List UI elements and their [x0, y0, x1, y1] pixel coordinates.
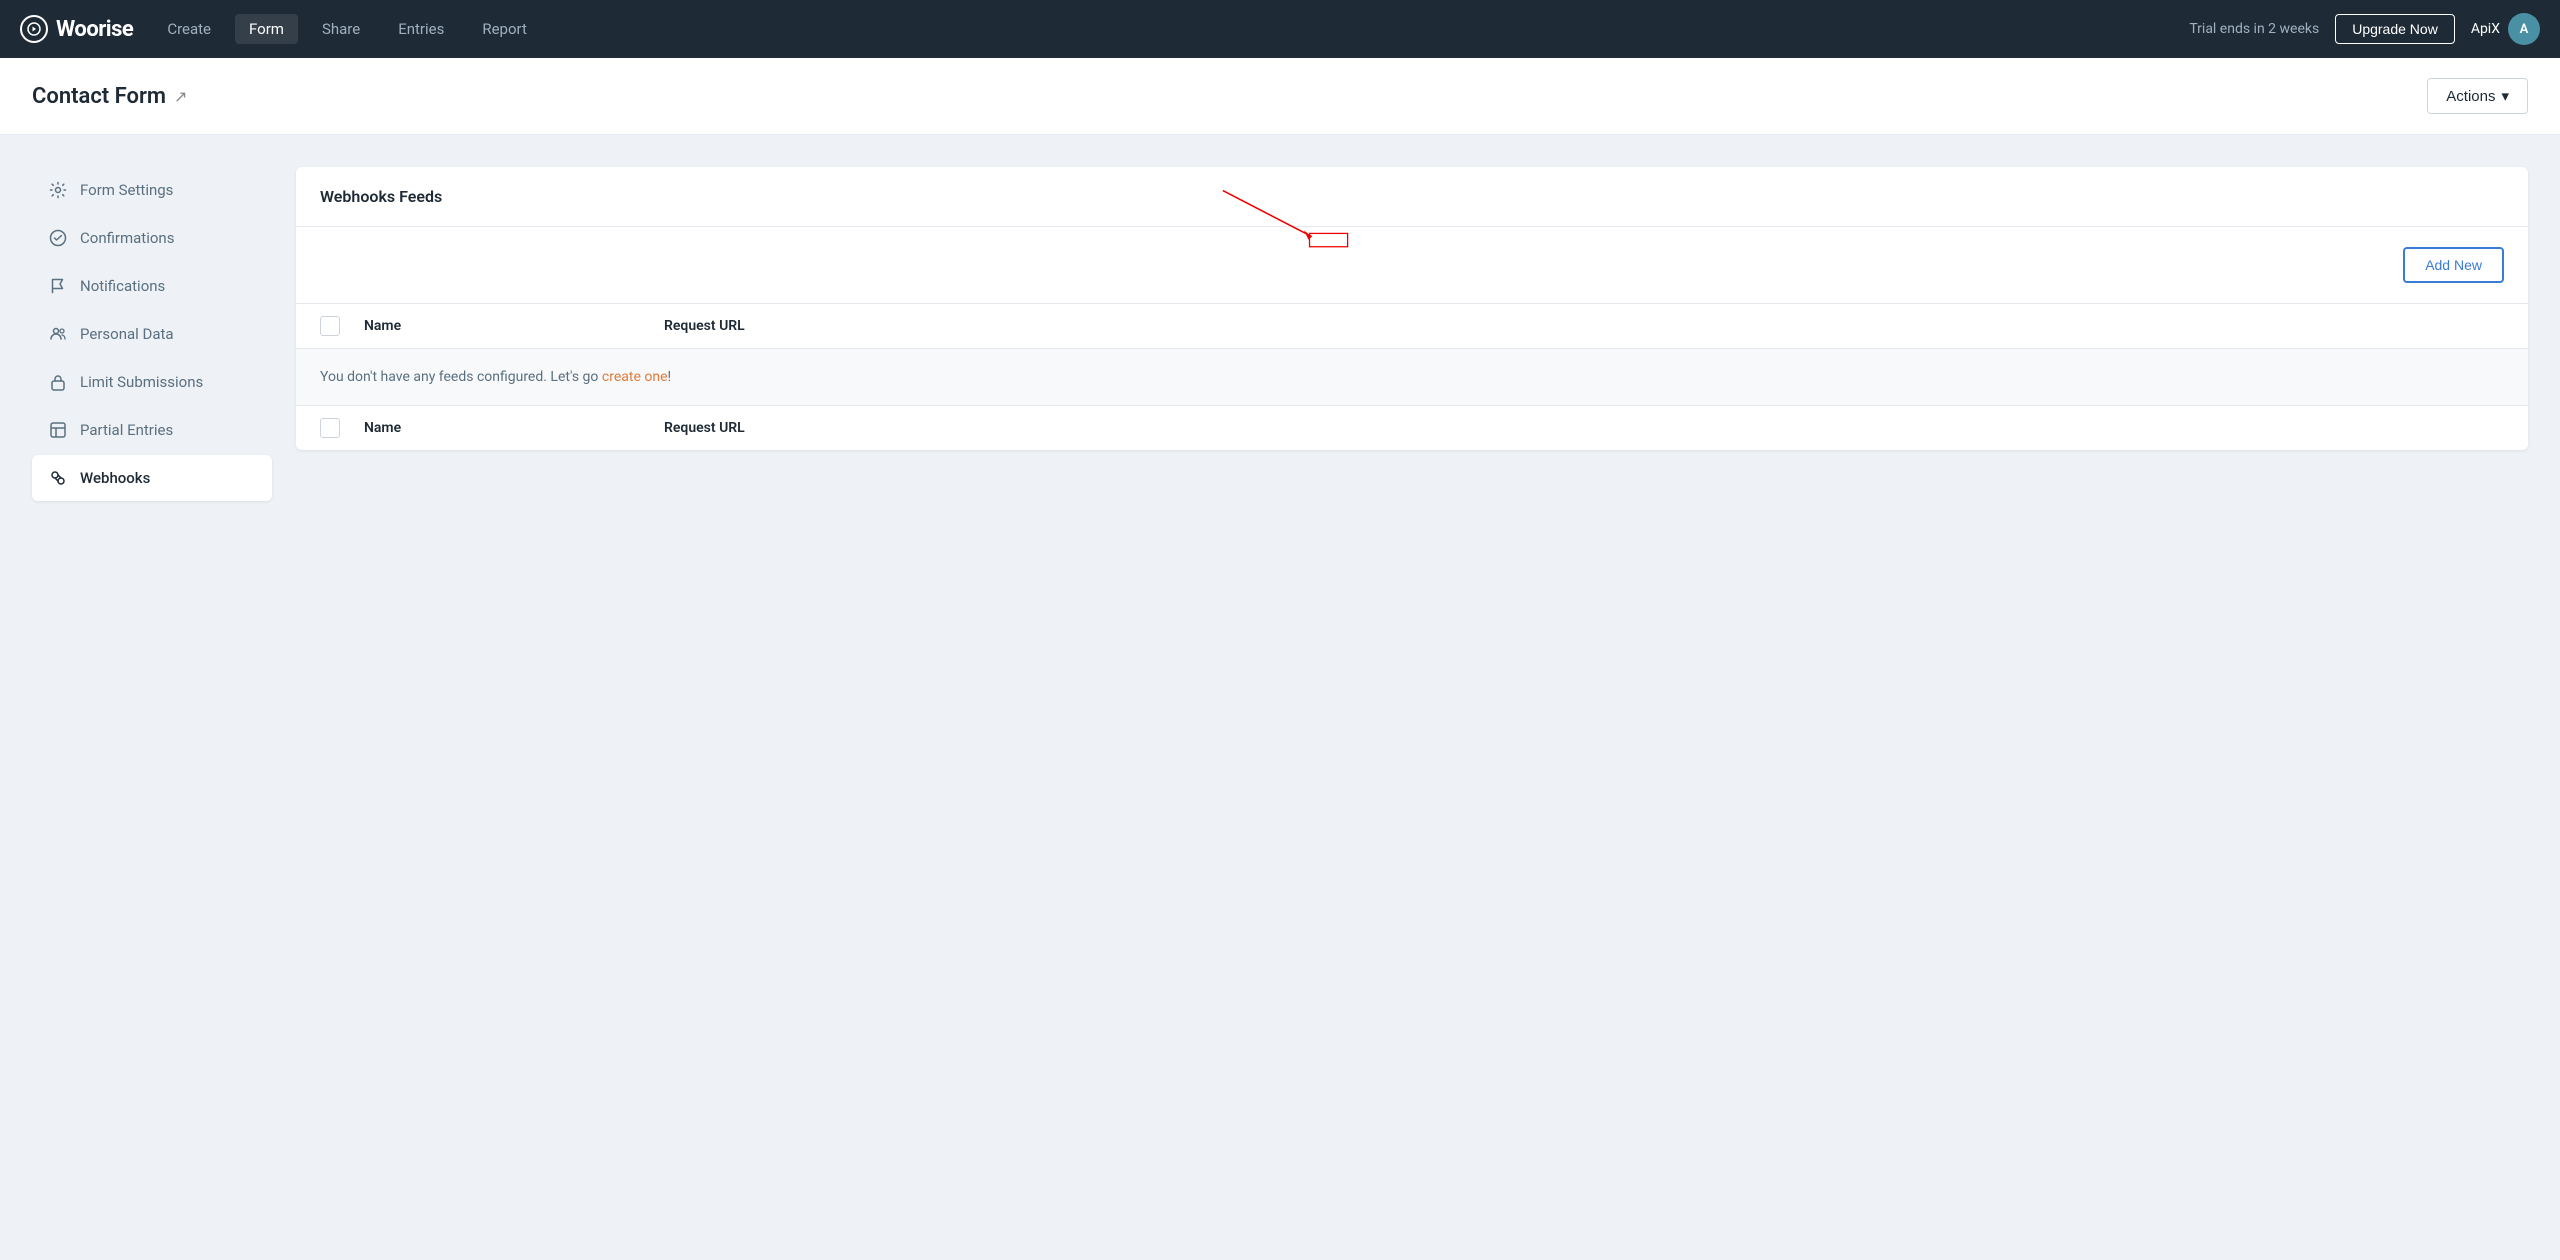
nav-create[interactable]: Create: [153, 14, 225, 44]
logo-icon: [20, 15, 48, 43]
col-url-header-top: Request URL: [664, 318, 2504, 334]
user-area[interactable]: ApiX A: [2471, 13, 2540, 45]
sidebar-item-form-settings[interactable]: Form Settings: [32, 167, 272, 213]
sidebar-item-confirmations-label: Confirmations: [80, 229, 174, 247]
avatar: A: [2508, 13, 2540, 45]
empty-state-row: You don't have any feeds configured. Let…: [296, 349, 2528, 406]
sidebar-item-limit-submissions[interactable]: Limit Submissions: [32, 359, 272, 405]
logo-text: Woorise: [56, 17, 133, 42]
check-circle-icon: [48, 228, 68, 248]
sidebar-item-personal-data-label: Personal Data: [80, 325, 174, 343]
gear-icon: [48, 180, 68, 200]
col-url-header-bottom: Request URL: [664, 420, 2504, 436]
select-all-checkbox-bottom[interactable]: [320, 418, 340, 438]
page-title: Contact Form: [32, 84, 166, 109]
content-area: Webhooks Feeds Add New Name Request URL …: [296, 167, 2528, 450]
create-one-link[interactable]: create one: [602, 369, 668, 385]
nav-share[interactable]: Share: [308, 14, 374, 44]
sidebar-item-partial-entries-label: Partial Entries: [80, 421, 173, 439]
empty-message-after: !: [668, 369, 672, 385]
add-new-button[interactable]: Add New: [2403, 247, 2504, 283]
people-icon: [48, 324, 68, 344]
page-title-area: Contact Form ↗: [32, 84, 187, 109]
nav-entries[interactable]: Entries: [384, 14, 458, 44]
top-nav: Woorise Create Form Share Entries Report…: [0, 0, 2560, 58]
actions-button[interactable]: Actions ▾: [2427, 78, 2528, 114]
sidebar: Form Settings Confirmations Notific: [32, 167, 272, 503]
sidebar-item-confirmations[interactable]: Confirmations: [32, 215, 272, 261]
actions-chevron-icon: ▾: [2501, 87, 2509, 105]
table-icon: [48, 420, 68, 440]
select-all-checkbox-top[interactable]: [320, 316, 340, 336]
actions-label: Actions: [2446, 88, 2495, 105]
nav-report[interactable]: Report: [468, 14, 541, 44]
webhook-icon: [48, 468, 68, 488]
main-content: Form Settings Confirmations Notific: [0, 135, 2560, 535]
col-name-header-bottom: Name: [364, 420, 664, 436]
empty-message-before: You don't have any feeds configured. Let…: [320, 369, 602, 385]
user-name: ApiX: [2471, 21, 2500, 37]
col-name-header-top: Name: [364, 318, 664, 334]
external-link-icon[interactable]: ↗: [174, 87, 187, 106]
main-wrapper: Form Settings Confirmations Notific: [0, 135, 2560, 535]
sidebar-item-personal-data[interactable]: Personal Data: [32, 311, 272, 357]
table-header-bottom: Name Request URL: [296, 406, 2528, 450]
content-section-title: Webhooks Feeds: [296, 167, 2528, 227]
nav-form[interactable]: Form: [235, 14, 298, 44]
sidebar-item-webhooks-label: Webhooks: [80, 469, 150, 487]
lock-icon: [48, 372, 68, 392]
sidebar-item-limit-submissions-label: Limit Submissions: [80, 373, 203, 391]
flag-icon: [48, 276, 68, 296]
table-header-top: Name Request URL: [296, 304, 2528, 349]
sidebar-item-notifications-label: Notifications: [80, 277, 165, 295]
trial-text: Trial ends in 2 weeks: [2189, 21, 2319, 37]
logo[interactable]: Woorise: [20, 15, 133, 43]
page-header: Contact Form ↗ Actions ▾: [0, 58, 2560, 135]
sidebar-item-form-settings-label: Form Settings: [80, 181, 173, 199]
upgrade-button[interactable]: Upgrade Now: [2335, 14, 2455, 44]
sidebar-item-notifications[interactable]: Notifications: [32, 263, 272, 309]
nav-right: Trial ends in 2 weeks Upgrade Now ApiX A: [2189, 13, 2540, 45]
sidebar-item-partial-entries[interactable]: Partial Entries: [32, 407, 272, 453]
sidebar-item-webhooks[interactable]: Webhooks: [32, 455, 272, 501]
add-new-row: Add New: [296, 227, 2528, 304]
